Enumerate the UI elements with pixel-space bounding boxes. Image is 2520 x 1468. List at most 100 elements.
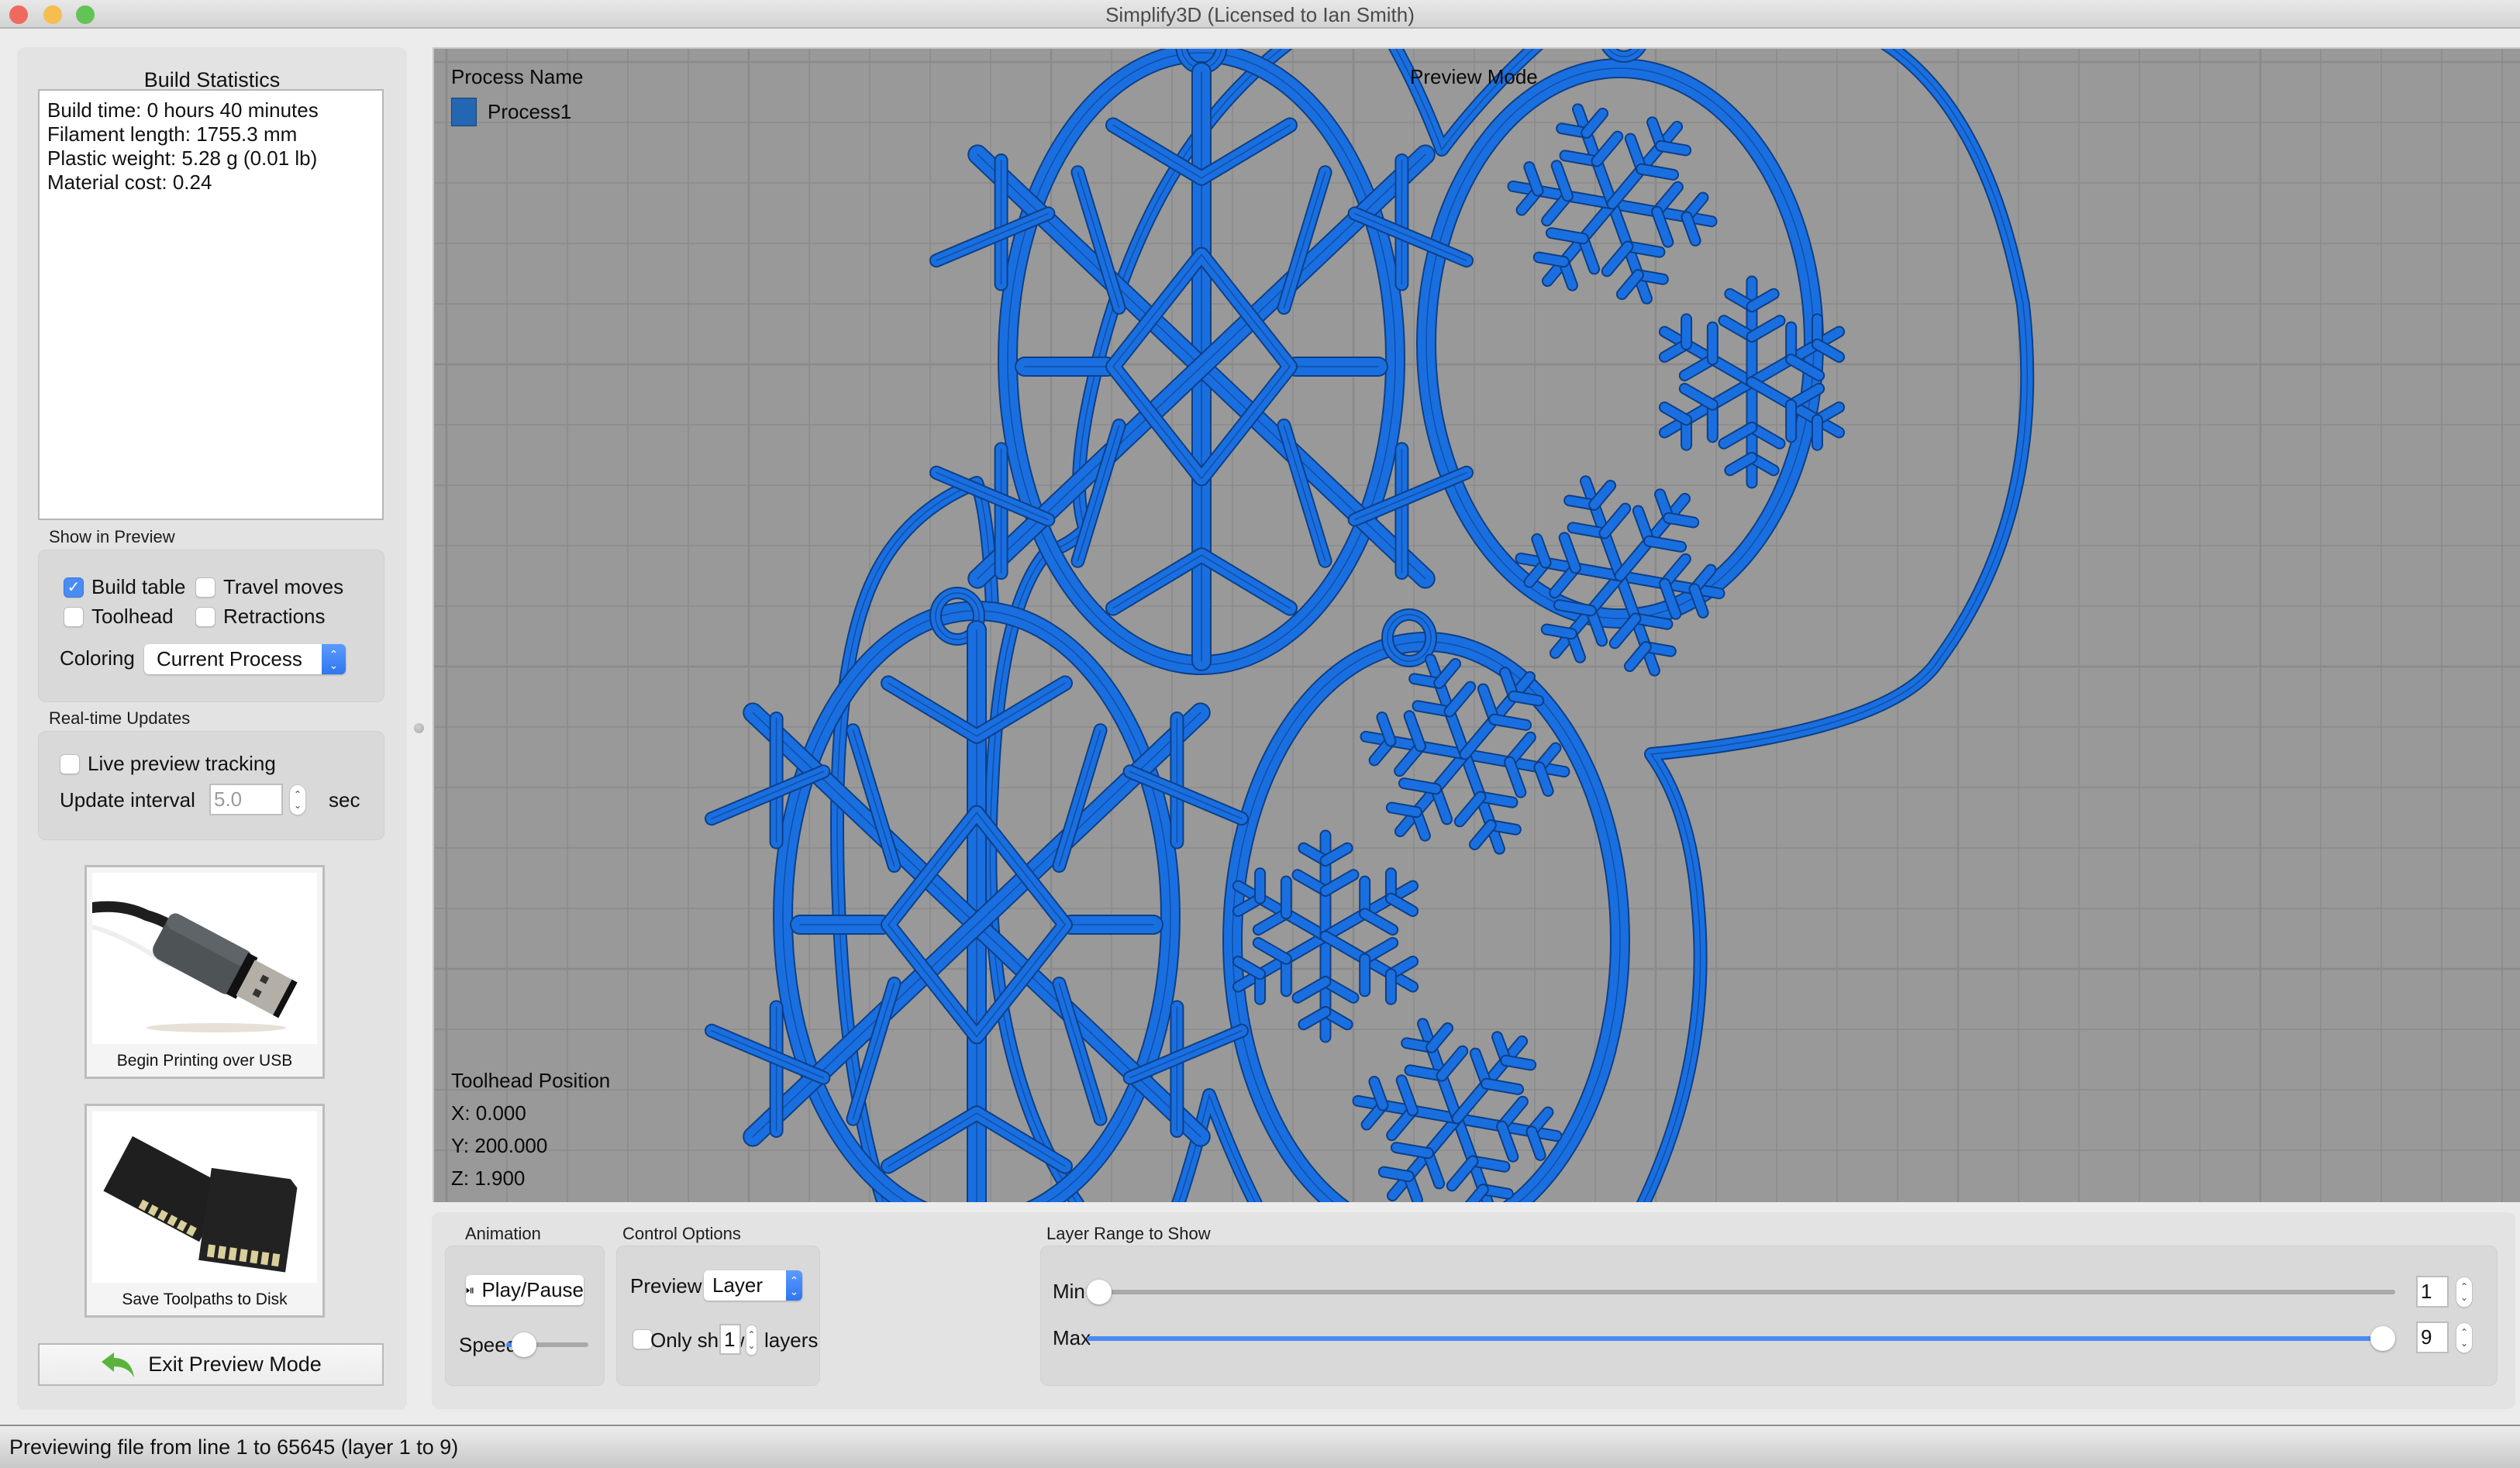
- stat-filament-length: Filament length: 1755.3 mm: [47, 122, 298, 146]
- play-pause-label: Play/Pause: [481, 1278, 584, 1301]
- begin-printing-usb-label: Begin Printing over USB: [116, 1052, 293, 1070]
- coloring-select-value: Current Process: [157, 647, 302, 670]
- snowflake-small: [1515, 475, 1725, 677]
- snowflake-arm: [1554, 601, 1595, 615]
- snowflake-large-spike-ridge: [1077, 171, 1120, 308]
- layer-min-input[interactable]: 1: [2416, 1276, 2449, 1308]
- only-show-layers-input[interactable]: 1: [719, 1324, 741, 1355]
- window-title: Simplify3D (Licensed to Ian Smith): [1105, 3, 1415, 26]
- retractions-checkbox[interactable]: [195, 606, 215, 627]
- live-preview-tracking-row[interactable]: Live preview tracking: [60, 752, 276, 776]
- layer-min-slider-knob[interactable]: [1087, 1280, 1112, 1304]
- stat-material-cost: Material cost: 0.24: [47, 171, 212, 194]
- update-interval-input[interactable]: 5.0: [209, 784, 283, 815]
- layer-max-slider-knob[interactable]: [2370, 1326, 2395, 1351]
- back-arrow-icon: [102, 1352, 135, 1377]
- snowflake-arm: [1482, 1079, 1523, 1094]
- speed-slider-knob[interactable]: [512, 1332, 537, 1357]
- snowflake-large-spike-ridge: [852, 983, 895, 1120]
- retractions-checkbox-row[interactable]: Retractions: [195, 605, 326, 629]
- build-table-label: Build table: [91, 575, 186, 598]
- snowflake-arm: [1660, 403, 1691, 425]
- snowflake-arm: [1664, 513, 1698, 527]
- splitter-handle[interactable]: [414, 723, 424, 733]
- process-name-header: Process Name: [451, 65, 584, 88]
- layer-min-label: Min: [1053, 1280, 1085, 1303]
- snowflake-arm: [1546, 229, 1587, 243]
- layer-max-input[interactable]: 9: [2416, 1322, 2449, 1353]
- layer-max-slider-track: [1087, 1336, 2395, 1341]
- speed-slider[interactable]: [506, 1329, 588, 1360]
- animation-group: [445, 1246, 605, 1386]
- toolhead-position-header: Toolhead Position: [451, 1069, 611, 1092]
- toolhead-label: Toolhead: [91, 605, 174, 628]
- 3d-preview-viewport[interactable]: Process Name Process1 Preview Mode Toolh…: [433, 47, 2520, 1202]
- usb-plug-icon: [92, 901, 298, 1032]
- snowflake-large-spike-ridge: [1283, 425, 1326, 562]
- snowflake-large-spike-ridge: [1058, 983, 1101, 1120]
- play-pause-icon: [466, 1287, 474, 1294]
- preview-by-value: Layer: [712, 1273, 764, 1297]
- travel-moves-checkbox[interactable]: [195, 577, 215, 598]
- update-interval-stepper[interactable]: ⌃ ⌄: [289, 784, 306, 815]
- snowflake-arm: [1509, 691, 1543, 705]
- animation-label: Animation: [465, 1224, 541, 1243]
- coloring-select[interactable]: Current Process ⌃ ⌄: [144, 644, 346, 674]
- snowflake-small: [1232, 829, 1419, 1043]
- layer-max-stepper[interactable]: ⌃ ⌄: [2456, 1322, 2473, 1353]
- live-preview-tracking-checkbox[interactable]: [60, 753, 80, 774]
- toolhead-checkbox-row[interactable]: Toolhead: [64, 605, 174, 629]
- toolhead-x: X: 0.000: [451, 1101, 526, 1125]
- snowflake-small: [1360, 653, 1570, 855]
- play-pause-button[interactable]: Play/Pause: [466, 1275, 584, 1305]
- toolpath-scene: [434, 49, 2520, 1202]
- snowflake-large-spike-ridge: [1058, 729, 1101, 867]
- snowflake-arm: [1501, 1056, 1536, 1070]
- save-toolpaths-disk-button[interactable]: Save Toolpaths to Disk: [84, 1104, 325, 1318]
- show-in-preview-label: Show in Preview: [49, 527, 175, 546]
- coloring-label: Coloring: [60, 646, 135, 670]
- snowflake-arm: [1386, 894, 1418, 915]
- layer-range-label: Layer Range to Show: [1046, 1224, 1211, 1243]
- retractions-label: Retractions: [223, 605, 326, 628]
- begin-printing-usb-button[interactable]: Begin Printing over USB: [84, 865, 325, 1079]
- snowflake-arm: [1391, 1143, 1432, 1158]
- build-statistics-box: Build time: 0 hours 40 minutes Filament …: [38, 89, 384, 520]
- snowflake-arm: [1379, 1167, 1413, 1181]
- usb-cable-image: [92, 873, 317, 1044]
- layer-min-slider-track: [1087, 1290, 2395, 1294]
- snowflake-small: [1507, 103, 1718, 305]
- snowflake-large-spike-ridge: [1283, 171, 1326, 308]
- process-color-swatch: [451, 98, 477, 126]
- preview-by-select[interactable]: Layer ⌃ ⌄: [704, 1270, 802, 1301]
- only-show-layers-stepper[interactable]: ⌃ ⌄: [746, 1325, 757, 1356]
- exit-preview-mode-button[interactable]: Exit Preview Mode: [38, 1343, 384, 1386]
- snowflake-large-spike-ridge: [852, 729, 895, 867]
- snowflake-arm: [1534, 253, 1568, 267]
- layer-min-stepper[interactable]: ⌃ ⌄: [2456, 1277, 2473, 1308]
- status-bar: Previewing file from line 1 to 65645 (la…: [0, 1425, 2520, 1468]
- updown-chevron-icon: ⌃ ⌄: [786, 1270, 802, 1301]
- status-text: Previewing file from line 1 to 65645 (la…: [9, 1435, 459, 1459]
- build-table-checkbox[interactable]: ✓: [64, 577, 84, 598]
- checkmark-icon: ✓: [67, 579, 81, 596]
- layer-range-group: [1040, 1246, 2498, 1386]
- toolhead-checkbox[interactable]: [64, 606, 84, 627]
- realtime-updates-label: Real-time Updates: [49, 708, 191, 728]
- preview-mode-label: Preview Mode: [1410, 65, 1538, 88]
- control-options-label: Control Options: [622, 1224, 741, 1243]
- build-table-checkbox-row[interactable]: ✓ Build table: [64, 575, 185, 599]
- snowflake-arm: [1387, 803, 1421, 817]
- travel-moves-label: Travel moves: [223, 575, 344, 598]
- control-options-group: [616, 1246, 820, 1386]
- update-interval-unit: sec: [329, 788, 360, 812]
- updown-chevron-icon: ⌃ ⌄: [322, 644, 346, 674]
- layer-max-slider[interactable]: [1087, 1325, 2395, 1352]
- travel-moves-checkbox-row[interactable]: Travel moves: [195, 575, 343, 599]
- title-bar: Simplify3D (Licensed to Ian Smith): [0, 0, 2520, 29]
- layer-min-slider[interactable]: [1087, 1279, 2395, 1305]
- snowflake-arm: [1399, 779, 1440, 794]
- snowflake-arm: [1656, 141, 1691, 155]
- snowflake-arm: [1637, 164, 1678, 179]
- stat-build-time: Build time: 0 hours 40 minutes: [47, 98, 319, 122]
